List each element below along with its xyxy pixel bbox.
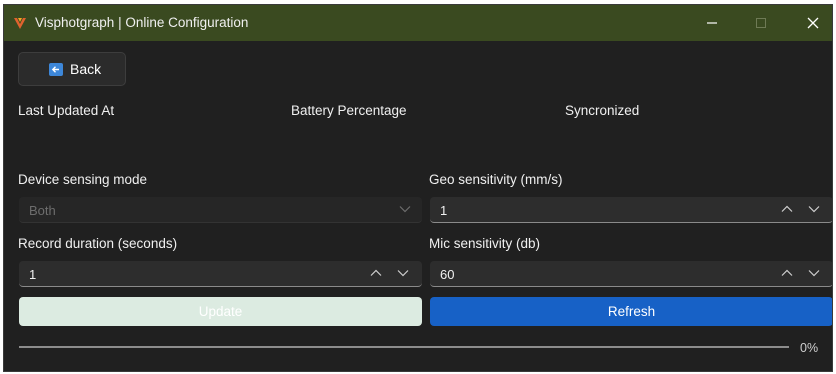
record-duration-input[interactable]: 1 [19, 261, 422, 287]
sensing-mode-value: Both [29, 203, 56, 218]
config-window: Visphotgraph | Online Configuration Back… [3, 4, 833, 372]
chevron-down-icon [399, 206, 411, 213]
back-button-label: Back [70, 61, 102, 77]
chevron-up-icon[interactable] [370, 269, 382, 277]
update-button[interactable]: Update [19, 297, 422, 326]
sensing-mode-select[interactable]: Both [19, 197, 422, 223]
chevron-down-icon[interactable] [808, 269, 820, 277]
chevron-down-icon[interactable] [397, 269, 409, 277]
battery-percentage-label: Battery Percentage [291, 103, 407, 118]
chevron-down-icon[interactable] [808, 205, 820, 213]
progress-percentage: 0% [800, 341, 819, 355]
maximize-icon [756, 18, 766, 28]
chevron-up-icon[interactable] [781, 269, 793, 277]
title-bar[interactable]: Visphotgraph | Online Configuration [4, 5, 832, 41]
last-updated-label: Last Updated At [18, 103, 115, 118]
back-button[interactable]: Back [18, 52, 126, 86]
update-button-label: Update [198, 304, 243, 319]
minimize-button[interactable] [689, 5, 735, 41]
app-logo-icon [14, 18, 26, 29]
back-arrow-icon [49, 63, 63, 76]
close-button[interactable] [790, 5, 832, 41]
geo-sensitivity-value: 1 [440, 203, 448, 218]
geo-sensitivity-label: Geo sensitivity (mm/s) [429, 172, 563, 187]
progress-bar [19, 346, 789, 348]
chevron-up-icon[interactable] [781, 205, 793, 213]
maximize-button[interactable] [738, 5, 784, 41]
record-duration-label: Record duration (seconds) [18, 236, 178, 251]
mic-sensitivity-input[interactable]: 60 [430, 261, 832, 287]
refresh-button-label: Refresh [607, 304, 656, 319]
synchronized-label: Syncronized [565, 103, 640, 118]
sensing-mode-label: Device sensing mode [18, 172, 148, 187]
record-duration-value: 1 [29, 267, 37, 282]
refresh-button[interactable]: Refresh [430, 297, 832, 326]
window-title: Visphotgraph | Online Configuration [35, 15, 249, 30]
geo-sensitivity-input[interactable]: 1 [430, 197, 832, 223]
close-icon [807, 17, 819, 29]
mic-sensitivity-label: Mic sensitivity (db) [429, 236, 541, 251]
minimize-icon [707, 22, 717, 24]
mic-sensitivity-value: 60 [440, 267, 455, 282]
